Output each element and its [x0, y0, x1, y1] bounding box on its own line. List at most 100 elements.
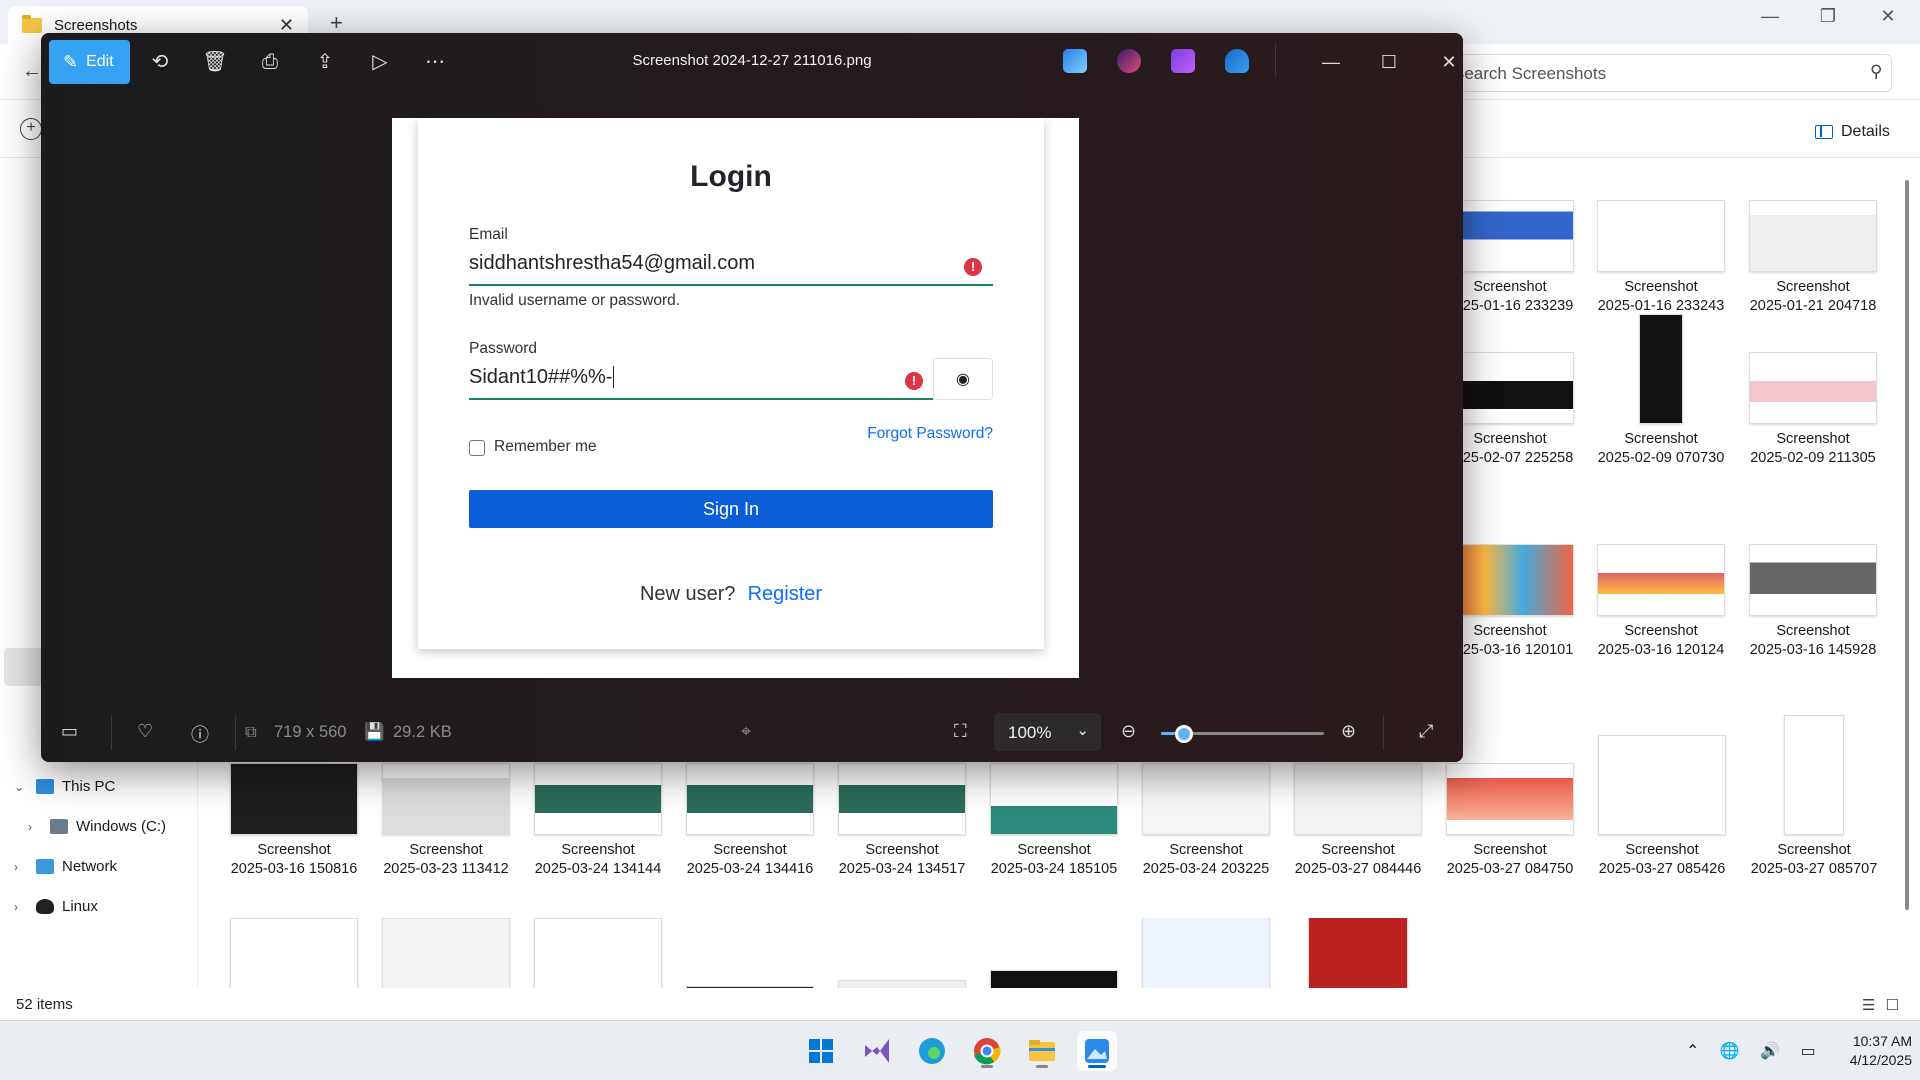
- thumbnail-label-date: 2025-03-27 084750: [1446, 861, 1574, 877]
- file-thumbnail[interactable]: Screenshot 2025-01-21 204718: [1737, 200, 1889, 316]
- chevron-right-icon[interactable]: ›: [28, 820, 42, 834]
- thumbnail-label: Screenshot: [257, 842, 331, 858]
- photos-app-icon[interactable]: [1063, 49, 1087, 73]
- file-thumbnail[interactable]: Screenshot 2025-01-16 233243: [1585, 200, 1737, 316]
- explorer-tab-title: Screenshots: [54, 16, 138, 34]
- thumbnail-label: Screenshot: [1017, 842, 1091, 858]
- thumbnail-label: Screenshot: [713, 842, 787, 858]
- details-pane-button[interactable]: Details: [1815, 123, 1890, 141]
- taskbar-visual-studio[interactable]: [857, 1031, 897, 1071]
- password-error-icon: !: [905, 372, 923, 390]
- thumbnail-image: [990, 763, 1118, 835]
- zoom-slider-thumb[interactable]: [1174, 725, 1193, 743]
- sidebar-label-this-pc: This PC: [62, 778, 116, 795]
- sidebar-item-linux[interactable]: › Linux: [14, 898, 98, 915]
- sidebar-item-network[interactable]: › Network: [14, 858, 117, 875]
- file-thumbnail[interactable]: Screenshot 2025-03-23 113412: [370, 763, 522, 879]
- edit-button[interactable]: ✎ Edit: [49, 40, 130, 84]
- edge-browser-icon: [919, 1038, 945, 1064]
- error-message: Invalid username or password.: [469, 292, 681, 309]
- chevron-right-icon[interactable]: ›: [14, 860, 28, 874]
- sidebar-item-windows-c[interactable]: › Windows (C:): [28, 818, 166, 835]
- file-thumbnail[interactable]: [1282, 918, 1434, 988]
- onedrive-icon[interactable]: [1225, 49, 1249, 73]
- file-thumbnail[interactable]: [522, 918, 674, 988]
- file-thumbnail[interactable]: Screenshot 2025-03-24 134144: [522, 763, 674, 879]
- zoom-slider[interactable]: [1161, 725, 1324, 743]
- file-thumbnail[interactable]: Screenshot 2025-03-27 085707: [1738, 715, 1890, 879]
- sidebar-label-windows-c: Windows (C:): [76, 818, 167, 835]
- file-thumbnail[interactable]: Screenshot 2025-03-27 084750: [1434, 763, 1586, 879]
- explorer-restore-button[interactable]: ❐: [1808, 6, 1848, 27]
- file-thumbnail[interactable]: Screenshot 2025-02-09 211305: [1737, 352, 1889, 468]
- search-input[interactable]: Search Screenshots: [1440, 54, 1892, 92]
- zoom-out-icon[interactable]: ⊖: [1121, 721, 1136, 742]
- bottom-divider: [1383, 716, 1384, 750]
- thumbnail-label-date: 2025-03-16 120124: [1597, 642, 1725, 658]
- details-label: Details: [1841, 123, 1890, 140]
- file-thumbnail[interactable]: Screenshot 2025-03-27 085426: [1586, 735, 1738, 879]
- zoom-dropdown[interactable]: 100% ⌄: [994, 713, 1101, 751]
- file-thumbnail[interactable]: [674, 918, 826, 988]
- video-editor-icon[interactable]: [1171, 49, 1195, 73]
- taskbar-edge[interactable]: [912, 1031, 952, 1071]
- file-thumbnail[interactable]: Screenshot 2025-03-24 203225: [1130, 763, 1282, 879]
- chevron-down-icon[interactable]: ⌄: [14, 780, 28, 794]
- image-filesize: 29.2 KB: [393, 723, 452, 741]
- search-icon[interactable]: ⚲: [1870, 62, 1882, 82]
- print-icon[interactable]: ⎙: [255, 47, 285, 77]
- thumbnail-label-date: 2025-02-09 070730: [1597, 450, 1725, 466]
- back-arrow-icon[interactable]: ←: [22, 60, 42, 83]
- file-thumbnail[interactable]: Screenshot 2025-03-16 120124: [1585, 544, 1737, 660]
- sidebar-item-this-pc[interactable]: ⌄ This PC: [14, 778, 115, 795]
- crop-capture-icon[interactable]: ⌖: [741, 721, 751, 742]
- file-thumbnail[interactable]: [826, 918, 978, 988]
- file-info-icon[interactable]: ⓘ: [191, 721, 209, 747]
- fit-to-window-icon[interactable]: ⛶: [954, 721, 967, 742]
- taskbar-photos[interactable]: [1077, 1031, 1117, 1071]
- file-thumbnail[interactable]: Screenshot 2025-03-24 185105: [978, 763, 1130, 879]
- share-icon[interactable]: ⇪: [310, 47, 340, 77]
- clipchamp-icon[interactable]: [1117, 49, 1141, 73]
- file-thumbnail[interactable]: [1130, 918, 1282, 988]
- fullscreen-expand-icon[interactable]: ⤢: [1419, 721, 1433, 742]
- taskbar-clock[interactable]: 10:37 AM 4/12/2025: [1820, 1032, 1912, 1070]
- new-item-icon[interactable]: +: [20, 118, 42, 140]
- file-thumbnail[interactable]: Screenshot 2025-03-24 134517: [826, 763, 978, 879]
- file-thumbnail[interactable]: Screenshot 2025-03-16 150816: [218, 763, 370, 879]
- file-thumbnail[interactable]: [370, 918, 522, 988]
- slideshow-icon[interactable]: ▷: [365, 47, 395, 77]
- vertical-scrollbar[interactable]: [1905, 180, 1909, 910]
- taskbar-chrome[interactable]: [967, 1031, 1007, 1071]
- view-toggle-icons[interactable]: ☰☐: [1862, 996, 1909, 1014]
- explorer-minimize-button[interactable]: —: [1750, 6, 1790, 27]
- taskbar-file-explorer[interactable]: [1022, 1031, 1062, 1071]
- thumbnail-label: Screenshot: [1169, 842, 1243, 858]
- delete-icon[interactable]: 🗑: [200, 47, 230, 77]
- file-thumbnail[interactable]: Screenshot 2025-03-27 084446: [1282, 763, 1434, 879]
- edit-label: Edit: [86, 53, 114, 70]
- viewer-minimize-button[interactable]: —: [1313, 47, 1349, 77]
- system-tray[interactable]: ⌃ 🌐 🔊 ▭: [1686, 1041, 1824, 1061]
- visual-search-icon[interactable]: ⟲: [145, 47, 175, 77]
- chevron-right-icon[interactable]: ›: [14, 900, 28, 914]
- running-indicator: [981, 1065, 993, 1068]
- viewer-close-button[interactable]: ✕: [1431, 47, 1463, 77]
- file-thumbnail[interactable]: Screenshot 2025-02-09 070730: [1585, 314, 1737, 468]
- viewer-maximize-button[interactable]: ☐: [1371, 47, 1407, 77]
- file-thumbnail[interactable]: Screenshot 2025-03-24 134416: [674, 763, 826, 879]
- file-thumbnail[interactable]: [978, 918, 1130, 988]
- filesize-icon: 💾: [364, 723, 385, 741]
- thumbnail-label-date: 2025-03-24 134144: [534, 861, 662, 877]
- more-options-icon[interactable]: ⋯: [420, 47, 450, 77]
- visual-studio-icon: [865, 1039, 889, 1063]
- filmstrip-icon[interactable]: ▭: [61, 721, 78, 742]
- file-thumbnail[interactable]: Screenshot 2025-03-16 145928: [1737, 544, 1889, 660]
- register-link: Register: [747, 583, 823, 605]
- thumbnail-label-date: 2025-03-16 145928: [1749, 642, 1877, 658]
- favorite-heart-icon[interactable]: ♡: [137, 721, 153, 742]
- start-button[interactable]: [801, 1031, 841, 1071]
- file-thumbnail[interactable]: [218, 918, 370, 988]
- zoom-in-icon[interactable]: ⊕: [1341, 721, 1356, 742]
- explorer-close-button[interactable]: ✕: [1868, 6, 1908, 27]
